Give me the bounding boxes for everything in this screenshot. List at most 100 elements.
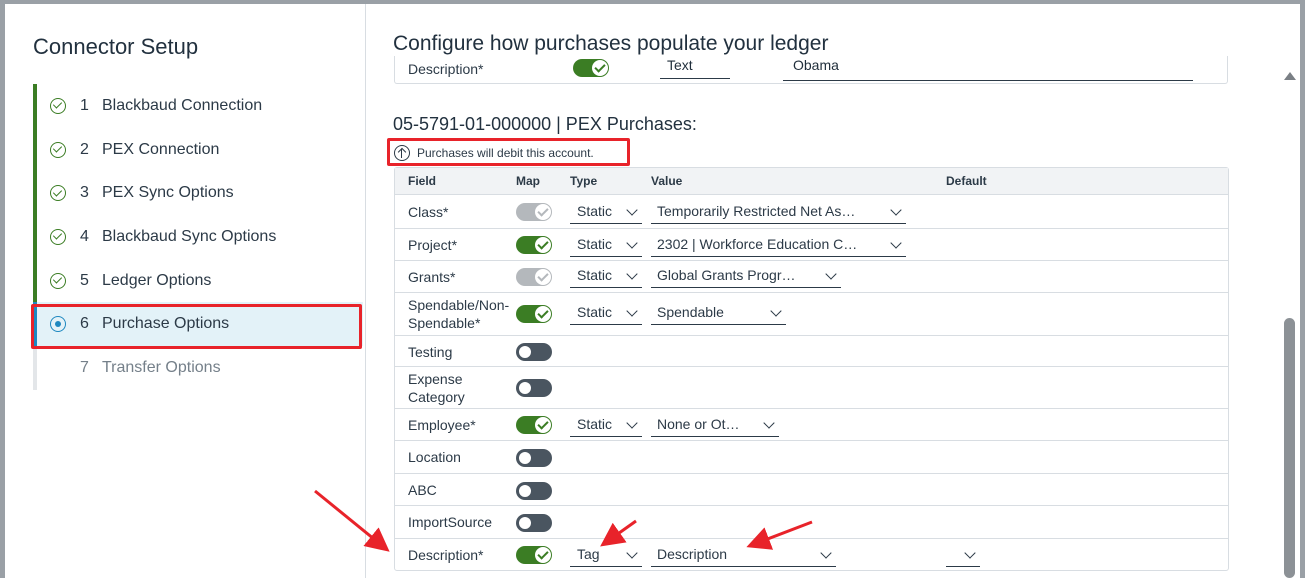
map-toggle[interactable] [516, 416, 552, 434]
map-toggle[interactable] [516, 482, 552, 500]
check-circle-icon [50, 228, 66, 245]
step-number: 5 [80, 271, 89, 289]
step-transfer-options[interactable]: 7 Transfer Options [33, 346, 363, 390]
default-select[interactable] [946, 543, 980, 567]
field-name: ImportSource [408, 514, 493, 530]
type-select[interactable]: Static [570, 233, 642, 257]
section-title: 05-5791-01-000000 | PEX Purchases: [393, 114, 697, 134]
chevron-down-icon [626, 305, 638, 317]
page-title: Configure how purchases populate your le… [393, 32, 829, 55]
table-row: Employee* Static None or Ot… [395, 409, 1228, 441]
check-circle-icon [50, 97, 66, 114]
step-blackbaud-connection[interactable]: 1 Blackbaud Connection [33, 84, 363, 128]
step-label: Transfer Options [102, 358, 221, 376]
map-toggle[interactable] [516, 268, 552, 286]
table-row: Description* Tag Description [395, 539, 1228, 571]
type-select[interactable]: Text [660, 57, 730, 79]
check-circle-icon [50, 185, 66, 202]
table-row: Testing [395, 336, 1228, 367]
step-blackbaud-sync-options[interactable]: 4 Blackbaud Sync Options [33, 215, 363, 259]
field-name: Testing [408, 344, 453, 360]
field-name: Expense Category [408, 371, 465, 405]
chevron-down-icon [890, 237, 902, 249]
field-name: Description* [408, 61, 484, 77]
type-select[interactable]: Static [570, 301, 642, 325]
value-select[interactable]: Temporarily Restricted Net As… [651, 200, 906, 224]
scroll-up-arrow-icon[interactable] [1284, 72, 1296, 80]
value-select[interactable]: 2302 | Workforce Education C… [651, 233, 906, 257]
field-name: ABC [408, 482, 437, 498]
step-label: Blackbaud Sync Options [102, 227, 277, 245]
table-row: ImportSource [395, 506, 1228, 539]
map-toggle[interactable] [573, 59, 609, 77]
chevron-down-icon [890, 204, 902, 216]
col-map: Map [516, 174, 540, 188]
type-select[interactable]: Tag [570, 543, 642, 567]
type-select[interactable]: Static [570, 200, 642, 224]
map-toggle[interactable] [516, 305, 552, 323]
field-name: Class* [408, 204, 449, 220]
step-label: PEX Sync Options [102, 184, 234, 202]
field-name: Employee* [408, 417, 476, 433]
step-number: 7 [80, 358, 89, 376]
step-number: 3 [80, 184, 89, 202]
table-row: Project* Static 2302 | Workforce Educati… [395, 229, 1228, 261]
chevron-down-icon [820, 547, 832, 559]
col-value: Value [651, 174, 683, 188]
field-name: Location [408, 449, 461, 465]
type-select[interactable]: Static [570, 264, 642, 288]
step-number: 4 [80, 227, 89, 245]
step-label: PEX Connection [102, 140, 220, 158]
value-input[interactable]: Obama [783, 57, 1193, 81]
chevron-down-icon [626, 237, 638, 249]
highlight-box-purchase-options [31, 304, 362, 349]
scrollbar-thumb[interactable] [1284, 318, 1295, 578]
table-row: Class* Static Temporarily Restricted Net… [395, 196, 1228, 229]
map-toggle[interactable] [516, 203, 552, 221]
step-ledger-options[interactable]: 5 Ledger Options [33, 258, 363, 303]
table-row: Grants* Static Global Grants Progr… [395, 261, 1228, 293]
map-toggle[interactable] [516, 236, 552, 254]
chevron-down-icon [626, 204, 638, 216]
highlight-box-debit-note [387, 138, 630, 166]
col-type: Type [570, 174, 598, 188]
sidebar-title: Connector Setup [33, 34, 199, 59]
map-toggle[interactable] [516, 379, 552, 397]
field-name: Grants* [408, 269, 456, 285]
chevron-down-icon [626, 547, 638, 559]
map-toggle[interactable] [516, 449, 552, 467]
mapping-table: Field Map Type Value Default Class* Stat… [394, 167, 1229, 571]
previous-section-row: Description* Text Obama [394, 56, 1228, 84]
value-select[interactable]: Global Grants Progr… [651, 264, 841, 288]
sidebar: Connector Setup 1 Blackbaud Connection 2… [5, 4, 366, 578]
value-select[interactable]: None or Ot… [651, 413, 779, 437]
type-select[interactable]: Static [570, 413, 642, 437]
step-label: Ledger Options [102, 271, 212, 289]
table-row: Expense Category [395, 367, 1228, 409]
table-row: Location [395, 441, 1228, 474]
col-field: Field [408, 174, 437, 188]
step-label: Blackbaud Connection [102, 96, 263, 114]
value-select[interactable]: Description [651, 543, 836, 567]
chevron-down-icon [825, 268, 837, 280]
step-pex-sync-options[interactable]: 3 PEX Sync Options [33, 171, 363, 216]
chevron-down-icon [763, 417, 775, 429]
chevron-down-icon [964, 547, 976, 559]
chevron-down-icon [770, 305, 782, 317]
check-circle-icon [50, 141, 66, 158]
map-toggle[interactable] [516, 546, 552, 564]
chevron-down-icon [626, 417, 638, 429]
check-circle-icon [50, 272, 66, 289]
table-header: Field Map Type Value Default [395, 168, 1228, 195]
field-name: Project* [408, 237, 458, 253]
field-name: Spendable/Non-Spendable* [408, 297, 510, 331]
table-row: Spendable/Non-Spendable* Static Spendabl… [395, 293, 1228, 336]
field-name: Description* [408, 547, 484, 563]
table-row: ABC [395, 474, 1228, 506]
step-pex-connection[interactable]: 2 PEX Connection [33, 127, 363, 172]
value-select[interactable]: Spendable [651, 301, 786, 325]
map-toggle[interactable] [516, 514, 552, 532]
step-number: 1 [80, 96, 89, 114]
chevron-down-icon [626, 268, 638, 280]
map-toggle[interactable] [516, 343, 552, 361]
